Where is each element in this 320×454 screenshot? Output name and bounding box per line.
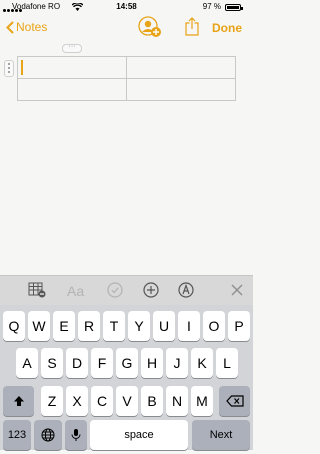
table-row (17, 56, 236, 79)
share-icon[interactable] (185, 17, 199, 36)
key-t[interactable]: T (103, 311, 125, 341)
space-key[interactable]: space (90, 420, 188, 450)
table-cell[interactable] (126, 56, 236, 79)
numbers-key[interactable]: 123 (3, 420, 31, 450)
globe-key[interactable] (34, 420, 62, 450)
key-n[interactable]: N (166, 386, 188, 416)
backspace-key[interactable] (219, 386, 250, 416)
key-x[interactable]: X (66, 386, 88, 416)
key-z[interactable]: Z (41, 386, 63, 416)
done-button[interactable]: Done (212, 21, 242, 35)
table-cell[interactable] (17, 56, 127, 79)
dictation-key[interactable] (65, 420, 87, 450)
key-r[interactable]: R (78, 311, 100, 341)
key-v[interactable]: V (116, 386, 138, 416)
status-bar: Vodafone RO 14:58 97 % (0, 0, 253, 14)
table-icon[interactable] (28, 282, 46, 298)
battery-percentage: 97 % (202, 2, 221, 11)
text-format-button[interactable]: Aa (67, 283, 84, 299)
key-g[interactable]: G (116, 348, 138, 378)
key-q[interactable]: Q (3, 311, 25, 341)
key-e[interactable]: E (53, 311, 75, 341)
navigation-bar: Notes Done (0, 14, 253, 44)
next-key[interactable]: Next (192, 420, 250, 450)
key-o[interactable]: O (203, 311, 225, 341)
battery-fill (227, 6, 239, 9)
key-k[interactable]: K (191, 348, 213, 378)
close-icon[interactable] (231, 284, 243, 296)
table-row (17, 78, 236, 101)
shift-icon (13, 396, 24, 406)
chevron-left-icon (6, 20, 14, 34)
key-c[interactable]: C (91, 386, 113, 416)
note-table[interactable] (17, 56, 236, 101)
text-caret (21, 60, 23, 75)
table-column-handle[interactable]: ··· (62, 43, 82, 53)
key-y[interactable]: Y (128, 311, 150, 341)
back-button[interactable]: Notes (6, 20, 47, 34)
backspace-icon (225, 395, 244, 407)
table-cell[interactable] (17, 78, 127, 101)
key-j[interactable]: J (166, 348, 188, 378)
globe-icon (41, 428, 55, 442)
table-row-handle[interactable] (4, 60, 14, 77)
battery-icon (225, 4, 243, 11)
key-l[interactable]: L (216, 348, 238, 378)
key-f[interactable]: F (91, 348, 113, 378)
key-w[interactable]: W (28, 311, 50, 341)
key-d[interactable]: D (66, 348, 88, 378)
add-icon[interactable] (143, 282, 159, 298)
keyboard: 123 space Next QWERTYUIOP ASDFGHJKL ZXCVBN… (0, 305, 253, 450)
add-people-icon[interactable] (138, 16, 162, 38)
key-a[interactable]: A (16, 348, 38, 378)
battery-nub (241, 7, 243, 10)
key-u[interactable]: U (153, 311, 175, 341)
key-s[interactable]: S (41, 348, 63, 378)
key-b[interactable]: B (141, 386, 163, 416)
key-h[interactable]: H (141, 348, 163, 378)
formatting-toolbar: Aa (0, 275, 253, 306)
checklist-icon[interactable] (107, 282, 123, 298)
shift-key[interactable] (3, 386, 34, 416)
microphone-icon (71, 429, 81, 441)
key-p[interactable]: P (228, 311, 250, 341)
table-cell[interactable] (126, 78, 236, 101)
back-button-label: Notes (16, 20, 48, 34)
markup-pen-icon[interactable] (178, 282, 194, 298)
key-m[interactable]: M (191, 386, 213, 416)
key-i[interactable]: I (178, 311, 200, 341)
